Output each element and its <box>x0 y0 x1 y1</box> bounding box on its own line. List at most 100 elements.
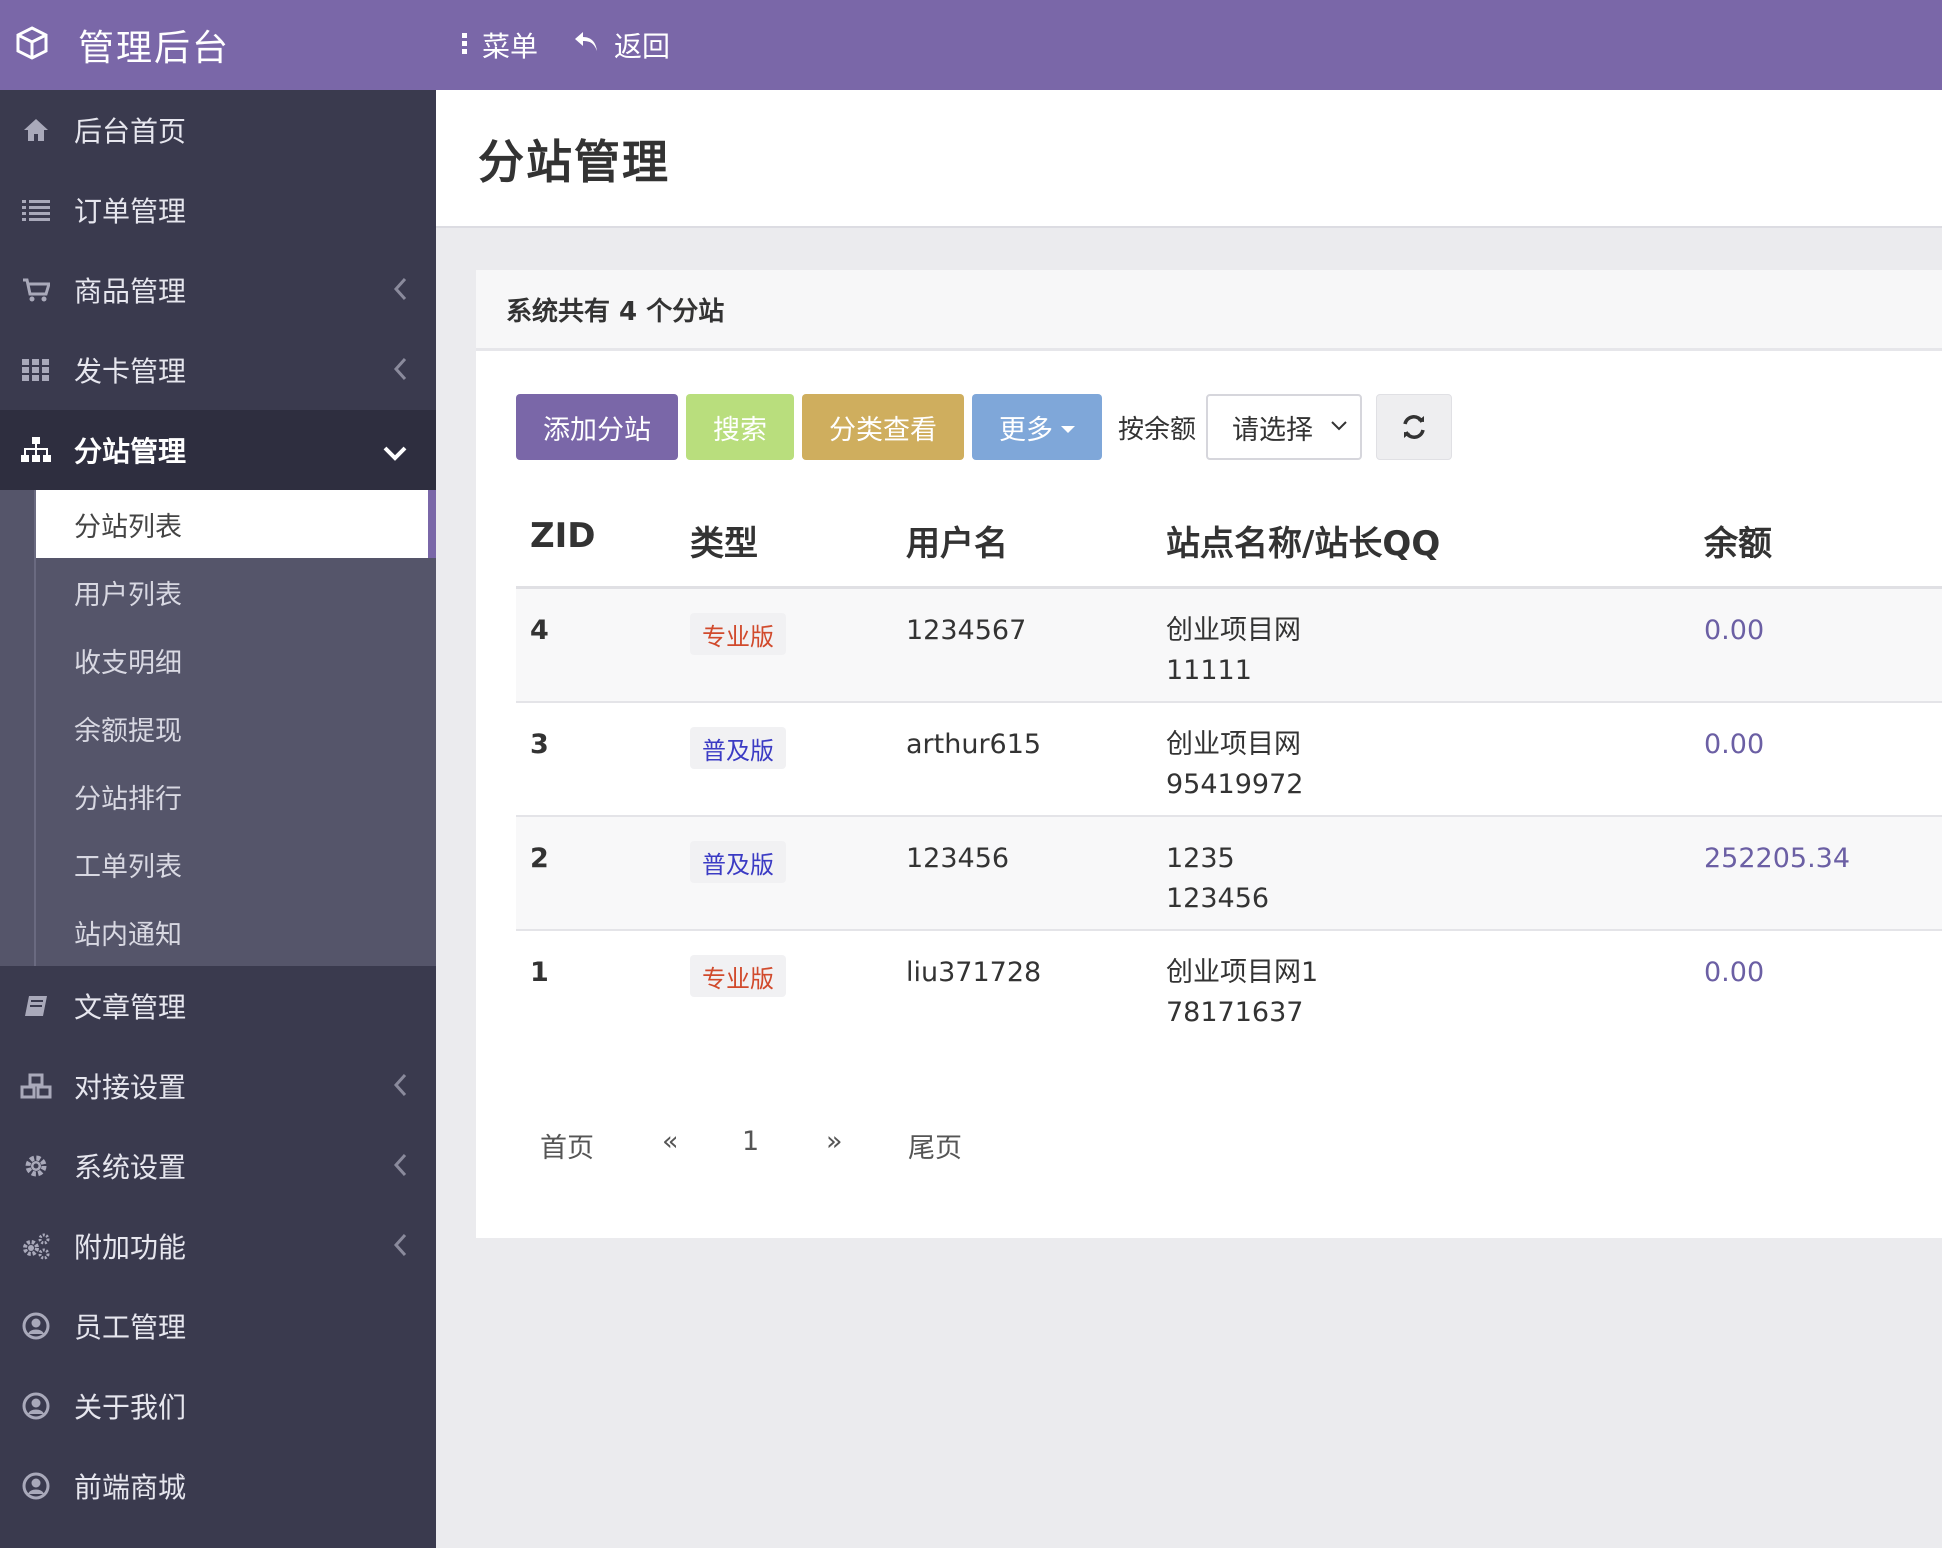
sidebar-item-substations[interactable]: 分站管理 <box>0 410 436 490</box>
sidebar-item-about[interactable]: 关于我们 <box>0 1366 436 1446</box>
subnav-item-ranking[interactable]: 分站排行 <box>0 762 436 830</box>
chevron-left-icon <box>392 1072 408 1105</box>
chevron-left-icon <box>392 1232 408 1265</box>
cart-icon <box>16 277 56 303</box>
cell-balance: 0.00 <box>1704 615 1765 646</box>
cell-site: 创业项目网 11111 <box>1166 611 1301 691</box>
cell-username: liu371728 <box>906 957 1042 988</box>
substation-table: ZID 类型 用户名 站点名称/站长QQ 余额 4 专业版 1234567 创业… <box>516 486 1942 1043</box>
pagination-prev[interactable]: « <box>662 1126 679 1157</box>
type-badge: 普及版 <box>690 841 786 883</box>
cell-zid: 2 <box>530 843 549 874</box>
cell-site: 创业项目网1 78171637 <box>1166 953 1318 1033</box>
column-header-type[interactable]: 类型 <box>690 516 758 565</box>
user-circle-icon <box>16 1472 56 1500</box>
reply-arrow-icon <box>572 29 614 62</box>
site-name: 创业项目网 <box>1166 615 1301 646</box>
more-label: 更多 <box>999 414 1053 446</box>
subnav-item-withdrawals[interactable]: 余额提现 <box>0 694 436 762</box>
refresh-button[interactable] <box>1376 394 1453 460</box>
sidebar-item-products[interactable]: 商品管理 <box>0 250 436 330</box>
sidebar-item-orders[interactable]: 订单管理 <box>0 170 436 250</box>
site-qq: 123456 <box>1166 883 1270 914</box>
sidebar-item-label: 后台首页 <box>74 115 187 148</box>
pagination-first[interactable]: 首页 <box>540 1126 594 1165</box>
cell-username: arthur615 <box>906 729 1042 760</box>
cell-username: 123456 <box>906 843 1010 874</box>
sidebar-item-dashboard[interactable]: 后台首页 <box>0 90 436 170</box>
sort-select[interactable]: 请选择 <box>1206 394 1363 460</box>
chevron-left-icon <box>392 1152 408 1185</box>
cube-icon <box>14 25 50 65</box>
cell-username: 1234567 <box>906 615 1027 646</box>
column-header-username[interactable]: 用户名 <box>906 516 1008 565</box>
search-button[interactable]: 搜索 <box>686 394 794 460</box>
table-row[interactable]: 1 专业版 liu371728 创业项目网1 78171637 0.00 <box>516 931 1942 1043</box>
menu-button[interactable]: 菜单 <box>460 25 538 65</box>
table-row[interactable]: 3 普及版 arthur615 创业项目网 95419972 0.00 <box>516 703 1942 817</box>
sidebar-item-extras[interactable]: 附加功能 <box>0 1206 436 1286</box>
chevron-left-icon <box>392 356 408 389</box>
category-view-button[interactable]: 分类查看 <box>802 394 964 460</box>
list-icon <box>16 199 56 221</box>
sidebar-item-label: 发卡管理 <box>74 355 187 388</box>
home-icon <box>16 117 56 143</box>
site-name: 创业项目网 <box>1166 729 1301 760</box>
substation-panel: 系统共有 4 个分站 添加分站 搜索 分类查看 更多 按余额 请选择 ZID 类… <box>476 270 1942 1238</box>
chevron-down-icon <box>1331 421 1347 431</box>
page-title: 分站管理 <box>478 135 670 189</box>
menu-label: 菜单 <box>482 30 539 63</box>
column-header-zid[interactable]: ZID <box>530 516 596 556</box>
pagination-page-1[interactable]: 1 <box>742 1126 759 1157</box>
sidebar-item-label: 系统设置 <box>74 1151 187 1184</box>
sidebar-item-label: 员工管理 <box>74 1311 187 1344</box>
sidebar-item-label: 附加功能 <box>74 1231 187 1264</box>
sidebar-item-label: 对接设置 <box>74 1071 187 1104</box>
cell-balance: 0.00 <box>1704 729 1765 760</box>
sidebar-item-integration[interactable]: 对接设置 <box>0 1046 436 1126</box>
sidebar-item-label: 分站管理 <box>74 435 187 468</box>
chevron-down-icon <box>382 436 408 469</box>
back-button[interactable]: 返回 <box>572 25 670 65</box>
sidebar-item-staff[interactable]: 员工管理 <box>0 1286 436 1366</box>
column-header-site[interactable]: 站点名称/站长QQ <box>1166 516 1440 565</box>
caret-down-icon <box>1061 425 1075 433</box>
book-icon <box>16 994 56 1018</box>
substation-submenu: 分站列表 用户列表 收支明细 余额提现 分站排行 工单列表 站内通知 <box>0 490 436 966</box>
column-header-balance[interactable]: 余额 <box>1704 516 1772 565</box>
pagination-last[interactable]: 尾页 <box>908 1126 962 1165</box>
toolbar: 添加分站 搜索 分类查看 更多 按余额 请选择 <box>516 394 1453 460</box>
user-circle-icon <box>16 1392 56 1420</box>
sidebar-item-storefront[interactable]: 前端商城 <box>0 1446 436 1526</box>
subnav-item-transactions[interactable]: 收支明细 <box>0 626 436 694</box>
pagination-next[interactable]: » <box>826 1126 843 1157</box>
sort-select-value: 请选择 <box>1232 414 1314 446</box>
type-badge: 普及版 <box>690 727 786 769</box>
more-dropdown-button[interactable]: 更多 <box>972 394 1102 460</box>
vertical-dots-icon <box>460 29 482 62</box>
table-row[interactable]: 2 普及版 123456 1235 123456 252205.34 <box>516 817 1942 931</box>
sitemap-icon <box>16 437 56 463</box>
sidebar-item-label: 文章管理 <box>74 991 187 1024</box>
sidebar-item-label: 订单管理 <box>74 195 187 228</box>
sidebar-item-system-settings[interactable]: 系统设置 <box>0 1126 436 1206</box>
sidebar-item-articles[interactable]: 文章管理 <box>0 966 436 1046</box>
sort-label: 按余额 <box>1118 414 1197 445</box>
subnav-item-user-list[interactable]: 用户列表 <box>0 558 436 626</box>
add-substation-button[interactable]: 添加分站 <box>516 394 678 460</box>
cell-balance: 252205.34 <box>1704 843 1851 874</box>
table-row[interactable]: 4 专业版 1234567 创业项目网 11111 0.00 <box>516 589 1942 703</box>
sidebar: 后台首页 订单管理 商品管理 发卡管理 分站管理 分站列表 用户列表 收支明细 … <box>0 90 436 1548</box>
brand[interactable]: 管理后台 <box>14 0 230 90</box>
cubes-icon <box>16 1073 56 1099</box>
site-qq: 78171637 <box>1166 997 1304 1028</box>
sidebar-item-cards[interactable]: 发卡管理 <box>0 330 436 410</box>
subnav-item-substation-list[interactable]: 分站列表 <box>36 490 436 558</box>
subnav-item-notices[interactable]: 站内通知 <box>0 898 436 966</box>
back-label: 返回 <box>614 30 671 63</box>
user-circle-icon <box>16 1312 56 1340</box>
refresh-icon <box>1403 415 1425 439</box>
subnav-item-tickets[interactable]: 工单列表 <box>0 830 436 898</box>
sidebar-item-label: 前端商城 <box>74 1471 187 1504</box>
cell-balance: 0.00 <box>1704 957 1765 988</box>
